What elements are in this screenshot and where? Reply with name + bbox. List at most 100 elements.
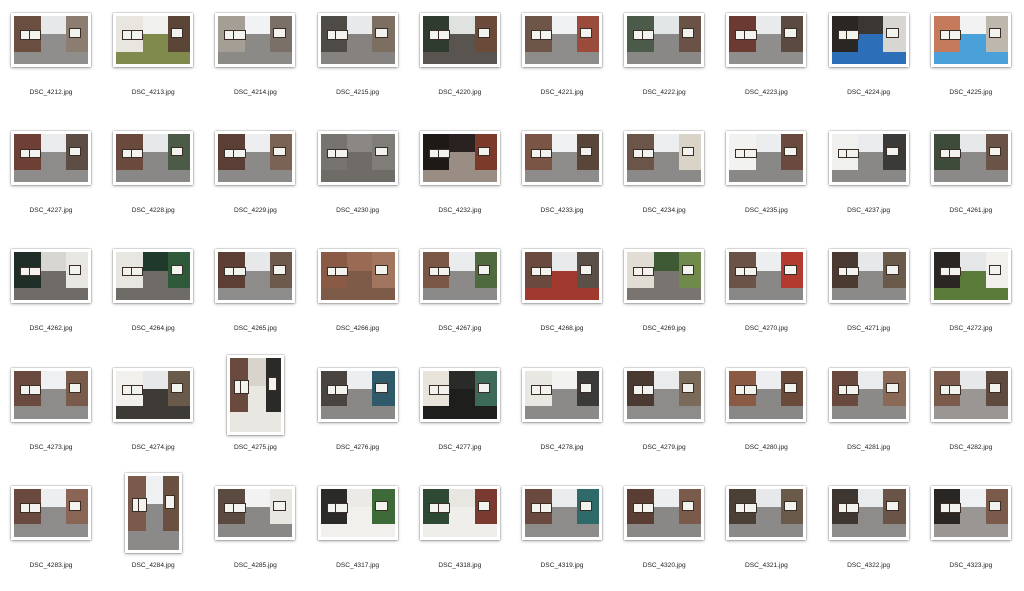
file-item[interactable]: DSC_4283.jpg	[0, 473, 102, 591]
image-thumbnail[interactable]	[522, 367, 602, 422]
file-item[interactable]: DSC_4276.jpg	[307, 355, 409, 473]
file-item[interactable]: DSC_4271.jpg	[818, 236, 920, 354]
file-item[interactable]: DSC_4278.jpg	[511, 355, 613, 473]
file-item[interactable]: DSC_4212.jpg	[0, 0, 102, 118]
image-thumbnail[interactable]	[624, 367, 705, 422]
file-item[interactable]: DSC_4264.jpg	[102, 236, 204, 354]
image-thumbnail[interactable]	[930, 249, 1011, 304]
image-thumbnail[interactable]	[317, 131, 398, 186]
image-thumbnail[interactable]	[930, 13, 1011, 67]
file-item[interactable]: DSC_4272.jpg	[920, 236, 1022, 354]
file-item[interactable]: DSC_4221.jpg	[511, 0, 613, 118]
image-thumbnail[interactable]	[624, 13, 705, 67]
image-thumbnail[interactable]	[522, 485, 602, 540]
file-item[interactable]: DSC_4224.jpg	[818, 0, 920, 118]
file-item[interactable]: DSC_4275.jpg	[204, 354, 306, 473]
image-thumbnail[interactable]	[215, 249, 296, 304]
file-item[interactable]: DSC_4261.jpg	[920, 118, 1022, 236]
image-thumbnail[interactable]	[522, 131, 602, 186]
image-thumbnail[interactable]	[522, 13, 602, 67]
image-thumbnail[interactable]	[317, 485, 398, 540]
file-item[interactable]: DSC_4321.jpg	[715, 473, 817, 591]
image-thumbnail[interactable]	[317, 249, 398, 304]
image-thumbnail[interactable]	[624, 131, 705, 186]
image-thumbnail[interactable]	[828, 249, 909, 304]
file-item[interactable]: DSC_4225.jpg	[920, 0, 1022, 118]
file-item[interactable]: DSC_4320.jpg	[613, 473, 715, 591]
file-item[interactable]: DSC_4214.jpg	[204, 0, 306, 118]
file-item[interactable]: DSC_4269.jpg	[613, 236, 715, 354]
file-item[interactable]: DSC_4266.jpg	[307, 236, 409, 354]
file-item[interactable]: DSC_4274.jpg	[102, 355, 204, 473]
file-item[interactable]: DSC_4318.jpg	[409, 473, 511, 591]
file-item[interactable]: DSC_4262.jpg	[0, 236, 102, 354]
image-thumbnail[interactable]	[419, 367, 500, 422]
file-item[interactable]: DSC_4227.jpg	[0, 118, 102, 236]
file-item[interactable]: DSC_4282.jpg	[920, 355, 1022, 473]
file-item[interactable]: DSC_4277.jpg	[409, 355, 511, 473]
image-thumbnail[interactable]	[624, 249, 705, 304]
image-thumbnail[interactable]	[113, 131, 194, 186]
file-item[interactable]: DSC_4237.jpg	[818, 118, 920, 236]
image-thumbnail[interactable]	[11, 13, 91, 67]
file-item[interactable]: DSC_4270.jpg	[715, 236, 817, 354]
file-item[interactable]: DSC_4232.jpg	[409, 118, 511, 236]
file-item[interactable]: DSC_4223.jpg	[715, 0, 817, 118]
image-thumbnail[interactable]	[124, 472, 182, 553]
file-item[interactable]: DSC_4228.jpg	[102, 118, 204, 236]
image-thumbnail[interactable]	[828, 131, 909, 186]
file-item[interactable]: DSC_4280.jpg	[715, 355, 817, 473]
image-thumbnail[interactable]	[419, 13, 500, 67]
image-thumbnail[interactable]	[419, 249, 500, 304]
file-item[interactable]: DSC_4220.jpg	[409, 0, 511, 118]
image-thumbnail[interactable]	[113, 249, 194, 304]
image-thumbnail[interactable]	[11, 249, 91, 304]
file-item[interactable]: DSC_4319.jpg	[511, 473, 613, 591]
image-thumbnail[interactable]	[930, 485, 1011, 540]
file-item[interactable]: DSC_4235.jpg	[715, 118, 817, 236]
image-thumbnail[interactable]	[726, 13, 807, 67]
file-item[interactable]: DSC_4323.jpg	[920, 473, 1022, 591]
image-thumbnail[interactable]	[215, 485, 296, 540]
file-item[interactable]: DSC_4265.jpg	[204, 236, 306, 354]
image-thumbnail[interactable]	[11, 367, 91, 422]
file-item[interactable]: DSC_4222.jpg	[613, 0, 715, 118]
image-thumbnail[interactable]	[317, 13, 398, 67]
image-thumbnail[interactable]	[522, 249, 602, 304]
image-thumbnail[interactable]	[726, 367, 807, 422]
image-thumbnail[interactable]	[419, 485, 500, 540]
image-thumbnail[interactable]	[226, 354, 284, 435]
image-thumbnail[interactable]	[930, 131, 1011, 186]
file-item[interactable]: DSC_4233.jpg	[511, 118, 613, 236]
file-item[interactable]: DSC_4268.jpg	[511, 236, 613, 354]
file-item[interactable]: DSC_4229.jpg	[204, 118, 306, 236]
image-thumbnail[interactable]	[113, 367, 194, 422]
image-thumbnail[interactable]	[215, 131, 296, 186]
file-item[interactable]: DSC_4234.jpg	[613, 118, 715, 236]
image-thumbnail[interactable]	[828, 485, 909, 540]
image-thumbnail[interactable]	[317, 367, 398, 422]
file-item[interactable]: DSC_4215.jpg	[307, 0, 409, 118]
image-thumbnail[interactable]	[215, 13, 296, 67]
image-thumbnail[interactable]	[11, 485, 91, 540]
image-thumbnail[interactable]	[726, 485, 807, 540]
image-thumbnail[interactable]	[624, 485, 705, 540]
file-item[interactable]: DSC_4230.jpg	[307, 118, 409, 236]
image-thumbnail[interactable]	[11, 131, 91, 186]
file-item[interactable]: DSC_4322.jpg	[818, 473, 920, 591]
image-thumbnail[interactable]	[113, 13, 194, 67]
file-item[interactable]: DSC_4285.jpg	[204, 473, 306, 591]
image-thumbnail[interactable]	[828, 367, 909, 422]
file-item[interactable]: DSC_4281.jpg	[818, 355, 920, 473]
file-item[interactable]: DSC_4213.jpg	[102, 0, 204, 118]
file-item[interactable]: DSC_4284.jpg	[102, 472, 204, 591]
file-item[interactable]: DSC_4317.jpg	[307, 473, 409, 591]
image-thumbnail[interactable]	[726, 249, 807, 304]
file-item[interactable]: DSC_4267.jpg	[409, 236, 511, 354]
image-thumbnail[interactable]	[828, 13, 909, 67]
image-thumbnail[interactable]	[930, 367, 1011, 422]
image-thumbnail[interactable]	[419, 131, 500, 186]
image-thumbnail[interactable]	[726, 131, 807, 186]
file-item[interactable]: DSC_4279.jpg	[613, 355, 715, 473]
file-item[interactable]: DSC_4273.jpg	[0, 355, 102, 473]
